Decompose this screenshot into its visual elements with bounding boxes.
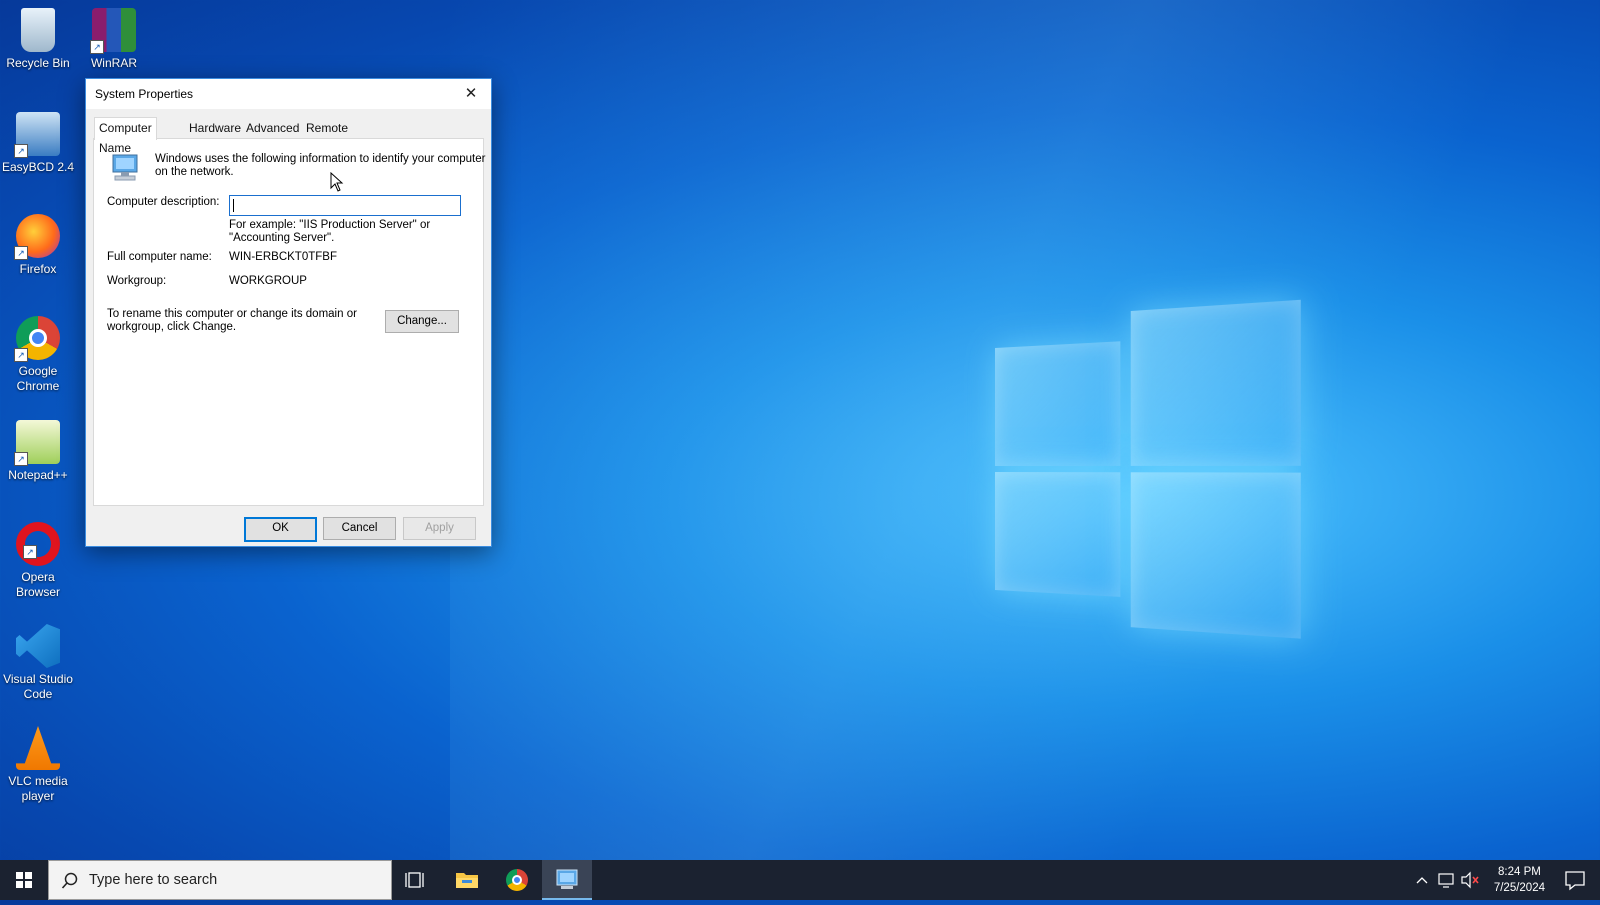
desktop-icon-firefox[interactable]: ↗ Firefox xyxy=(0,214,76,277)
workgroup-label: Workgroup: xyxy=(107,275,167,287)
show-hidden-icons-button[interactable] xyxy=(1410,860,1434,900)
winrar-icon: ↗ xyxy=(90,8,136,54)
desktop-icon-notepadpp[interactable]: ↗ Notepad++ xyxy=(0,420,76,483)
recycle-bin-icon xyxy=(21,8,55,52)
full-computer-name-label: Full computer name: xyxy=(107,251,212,263)
desktop-icon-label: Notepad++ xyxy=(8,468,68,482)
desktop-icon-label: EasyBCD 2.4 xyxy=(1,160,75,174)
easybcd-icon: ↗ xyxy=(14,112,60,158)
action-center-button[interactable] xyxy=(1555,860,1595,900)
workgroup-value: WORKGROUP xyxy=(229,275,307,287)
computer-name-panel: Windows uses the following information t… xyxy=(93,138,486,506)
task-view-button[interactable] xyxy=(392,860,440,900)
system-properties-dialog: System Properties ✕ Computer Name Hardwa… xyxy=(85,78,492,547)
desktop-icon-label: Google Chrome xyxy=(16,364,60,393)
full-computer-name-value: WIN-ERBCKT0TFBF xyxy=(229,251,337,263)
rename-text-line1: To rename this computer or change its do… xyxy=(107,308,357,320)
computer-description-input[interactable] xyxy=(229,195,461,216)
chrome-icon: ↗ xyxy=(14,316,60,362)
dialog-titlebar[interactable]: System Properties ✕ xyxy=(86,79,491,109)
network-icon xyxy=(1438,873,1454,888)
desktop-icon-vlc[interactable]: VLC media player xyxy=(0,726,76,804)
mouse-pointer-icon xyxy=(330,171,344,197)
taskbar-clock[interactable]: 8:24 PM 7/25/2024 xyxy=(1494,864,1545,896)
desktop-icon-label: Firefox xyxy=(19,262,57,276)
tab-advanced[interactable]: Advanced xyxy=(242,119,303,138)
firefox-icon: ↗ xyxy=(14,214,60,260)
notepadpp-icon: ↗ xyxy=(14,420,60,466)
desktop-icon-opera[interactable]: ↗ Opera Browser xyxy=(0,522,76,600)
volume-muted-icon xyxy=(1461,871,1479,889)
clock-time: 8:24 PM xyxy=(1498,866,1541,878)
desktop-icon-chrome[interactable]: ↗ Google Chrome xyxy=(0,316,76,394)
example-text-line2: "Accounting Server". xyxy=(229,232,335,244)
intro-text-line1: Windows uses the following information t… xyxy=(155,153,486,165)
vscode-icon xyxy=(16,624,60,668)
search-icon xyxy=(61,872,78,889)
taskbar-system-properties[interactable] xyxy=(542,860,592,900)
desktop-icon-winrar[interactable]: ↗ WinRAR xyxy=(76,8,152,71)
opera-icon: ↗ xyxy=(16,522,60,566)
desktop-icon-label: Opera Browser xyxy=(15,570,60,599)
notification-icon xyxy=(1565,871,1585,891)
windows-logo-wallpaper xyxy=(995,299,1301,639)
change-button[interactable]: Change... xyxy=(385,310,459,333)
clock-date: 7/25/2024 xyxy=(1493,882,1545,894)
volume-tray-button[interactable] xyxy=(1458,860,1482,900)
windows-start-icon xyxy=(16,872,32,888)
rename-text-line2: workgroup, click Change. xyxy=(107,321,237,333)
dialog-title: System Properties xyxy=(95,87,194,101)
desktop-icon-label: VLC media player xyxy=(8,774,68,803)
tab-computer-name[interactable]: Computer Name xyxy=(94,117,157,155)
ok-button[interactable]: OK xyxy=(244,517,317,542)
taskbar-chrome[interactable] xyxy=(492,860,542,900)
taskbar: Type here to search 8:24 PM 7/25/2024 xyxy=(0,860,1600,900)
tab-hardware[interactable]: Hardware xyxy=(185,119,245,138)
desktop-icon-label: WinRAR xyxy=(90,56,137,70)
desktop-icon-easybcd[interactable]: ↗ EasyBCD 2.4 xyxy=(0,112,76,175)
intro-text-line2: on the network. xyxy=(155,166,234,178)
task-view-icon xyxy=(405,872,424,888)
desktop-icon-label: Visual Studio Code xyxy=(3,672,73,701)
start-button[interactable] xyxy=(0,860,48,900)
chrome-icon xyxy=(506,869,528,891)
close-icon[interactable]: ✕ xyxy=(451,79,491,109)
text-caret xyxy=(233,199,234,212)
desktop-icon-vscode[interactable]: Visual Studio Code xyxy=(0,624,76,702)
computer-description-label: Computer description: xyxy=(107,196,220,208)
desktop-icon-recycle-bin[interactable]: Recycle Bin xyxy=(0,8,76,71)
chevron-up-icon xyxy=(1416,877,1428,884)
network-tray-button[interactable] xyxy=(1434,860,1458,900)
example-text-line1: For example: "IIS Production Server" or xyxy=(229,219,431,231)
taskbar-search-box[interactable]: Type here to search xyxy=(48,860,392,900)
vlc-icon xyxy=(16,726,60,770)
file-explorer-icon xyxy=(456,873,478,888)
system-properties-icon xyxy=(556,869,578,889)
tab-remote[interactable]: Remote xyxy=(302,119,352,138)
search-placeholder: Type here to search xyxy=(89,872,218,888)
apply-button[interactable]: Apply xyxy=(403,517,476,540)
cancel-button[interactable]: Cancel xyxy=(323,517,396,540)
desktop-icon-label: Recycle Bin xyxy=(6,56,70,70)
taskbar-file-explorer[interactable] xyxy=(442,860,492,900)
